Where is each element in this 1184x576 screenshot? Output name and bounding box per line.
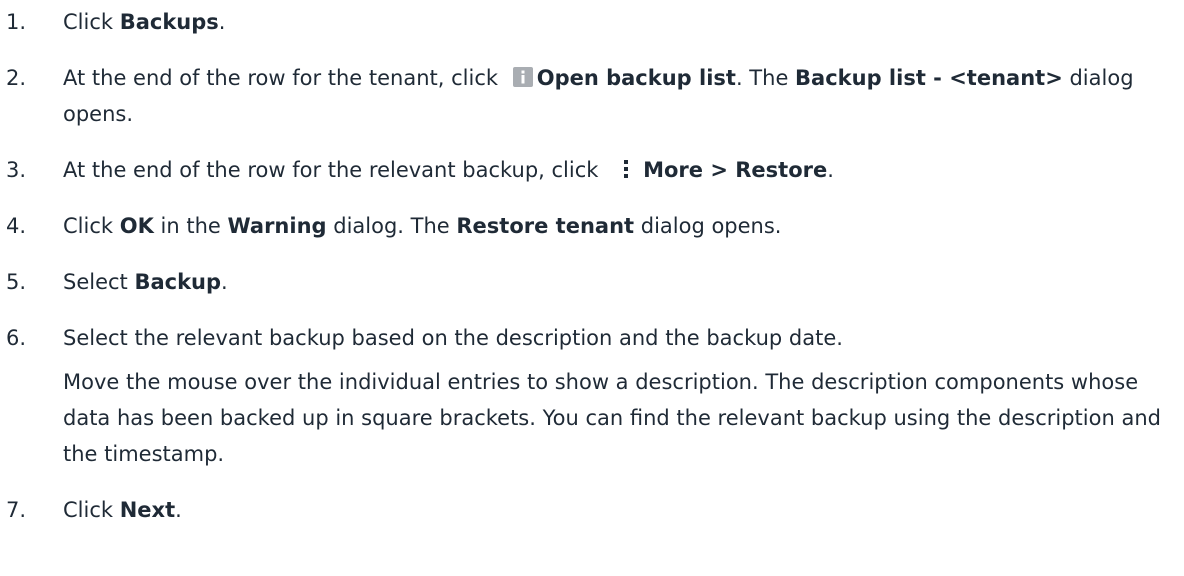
step-6: 6. Select the relevant backup based on t… [0, 320, 1184, 472]
step-1: 1. Click Backups. [0, 4, 1184, 40]
ui-term: Warning [227, 214, 327, 238]
ui-term: Open backup list [536, 66, 736, 90]
step-text: dialog opens. [634, 214, 782, 238]
step-number: 1. [6, 10, 27, 34]
step-text: Click [63, 10, 120, 34]
step-4: 4. Click OK in the Warning dialog. The R… [0, 208, 1184, 244]
step-number: 5. [6, 270, 27, 294]
step-number: 4. [6, 214, 27, 238]
step-text: At the end of the row for the tenant, cl… [63, 66, 505, 90]
step-text: Select [63, 270, 135, 294]
step-text: Click [63, 498, 120, 522]
step-text: . [175, 498, 182, 522]
step-note: Move the mouse over the individual entri… [63, 370, 1161, 466]
step-5: 5. Select Backup. [0, 264, 1184, 300]
more-vertical-icon [619, 158, 633, 180]
step-2: 2. At the end of the row for the tenant,… [0, 60, 1184, 132]
step-text: . The [735, 66, 796, 90]
step-text: At the end of the row for the relevant b… [63, 158, 606, 182]
step-text: Select the relevant backup based on the … [63, 326, 843, 350]
step-text: in the [153, 214, 228, 238]
ui-term: Backup [134, 270, 222, 294]
step-3: 3. At the end of the row for the relevan… [0, 152, 1184, 188]
step-text: Click [63, 214, 120, 238]
step-number: 6. [6, 326, 27, 350]
ui-term: Restore tenant [456, 214, 635, 238]
info-icon [512, 67, 533, 87]
ui-term: Next [119, 498, 176, 522]
ui-term: Backup list - <tenant> [795, 66, 1063, 90]
ui-term: Backups [119, 10, 219, 34]
procedure-steps: 1. Click Backups. 2. At the end of the r… [0, 0, 1184, 528]
ui-term: OK [119, 214, 154, 238]
step-number: 2. [6, 66, 27, 90]
step-text: dialog. The [326, 214, 457, 238]
step-number: 7. [6, 498, 27, 522]
step-text: . [218, 10, 226, 34]
step-text: . [827, 158, 834, 182]
ui-term: More > Restore [643, 158, 828, 182]
step-7: 7. Click Next. [0, 492, 1184, 528]
step-number: 3. [6, 158, 27, 182]
step-text: . [221, 270, 228, 294]
